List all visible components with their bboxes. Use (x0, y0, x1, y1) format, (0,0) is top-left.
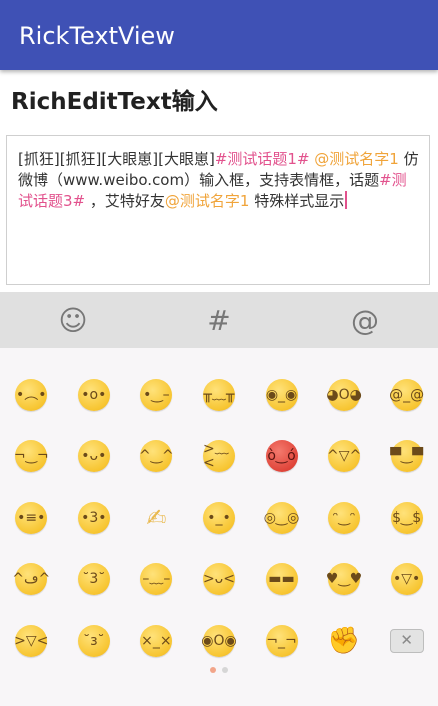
screaming-emoji-icon: ◕O◕ (326, 378, 362, 411)
emoji-button[interactable]: •≡• (0, 487, 63, 549)
nerd-emoji-icon: ◎‿◎ (264, 501, 299, 534)
emoji-button[interactable]: ▀‿▀ (375, 426, 438, 488)
emoji-button[interactable]: •‿– (125, 364, 188, 426)
backspace-button[interactable]: ✕ (375, 610, 438, 672)
section-title: RichEditText输入 (11, 89, 218, 115)
topic-tab[interactable]: # (146, 292, 292, 348)
emoji-button[interactable]: ^ڡ^ (0, 549, 63, 611)
emoji-button[interactable]: ◉_◉ (250, 364, 313, 426)
confused-emoji-icon: •_• (202, 501, 235, 534)
emoji-tab[interactable]: ☺ (0, 292, 146, 348)
tired-emoji-icon: >﹏< (202, 440, 235, 473)
emoji-button[interactable]: •_• (188, 487, 251, 549)
mention-tab[interactable]: @ (292, 292, 438, 348)
app-title: RickTextView (19, 22, 175, 50)
editor-text: 特殊样式显示 (249, 192, 345, 210)
heart-eyes-emoji-icon: ♥‿♥ (326, 563, 362, 596)
yum-emoji-icon: ^ڡ^ (12, 563, 50, 596)
page-dot[interactable] (222, 667, 228, 673)
emoji-button[interactable]: ^‿^ (125, 426, 188, 488)
hash-icon: # (207, 303, 231, 337)
app-bar: RickTextView (0, 0, 438, 70)
grinning-emoji-icon: •▽• (390, 563, 423, 596)
editor-text: [抓狂][抓狂][大眼崽][大眼崽] (18, 150, 215, 168)
emoji-button[interactable]: •3• (63, 487, 126, 549)
kiss-heart-emoji-icon: •3• (77, 501, 110, 534)
emoji-button[interactable]: ¬_¬ (250, 610, 313, 672)
emoji-button[interactable]: ╥﹏╥ (188, 364, 251, 426)
emoji-grid: •︵• •o• •‿– ╥﹏╥ ◉_◉ ◕O◕ @_@ ¬‿¬ •ᴗ• ^‿^ >﹏< ò‿ó ^▽^ ▀… (0, 364, 438, 672)
backspace-icon: ✕ (389, 628, 424, 653)
zipper-mouth-emoji-icon: •≡• (15, 501, 48, 534)
astonished-emoji-icon: ◉O◉ (201, 624, 237, 657)
emoji-button[interactable]: ᵔ‿ᵔ (313, 487, 376, 549)
grimacing-emoji-icon: ▬▬ (265, 563, 298, 596)
emoji-button[interactable]: –﹏– (125, 549, 188, 611)
blush-emoji-icon: ^‿^ (139, 440, 174, 473)
devil-emoji-icon: ò‿ó (265, 440, 298, 473)
emoji-button[interactable]: •▽• (375, 549, 438, 611)
emoji-button[interactable]: •︵• (0, 364, 63, 426)
emoji-button[interactable]: ^▽^ (313, 426, 376, 488)
emoji-button[interactable]: ✊ (313, 610, 376, 672)
smiley-icon: ☺ (58, 303, 88, 337)
emoji-button[interactable]: >ᴗ< (188, 549, 251, 611)
emoji-button[interactable]: >▽< (0, 610, 63, 672)
emoji-button[interactable]: ×_× (125, 610, 188, 672)
thinking-emoji-icon: ¬_¬ (265, 624, 298, 657)
writing-hand-emoji-icon: ✍ (146, 503, 167, 532)
input-mode-tab-bar: ☺ # @ (0, 292, 438, 348)
flushed-emoji-icon: ◉_◉ (265, 378, 298, 411)
loudly-crying-emoji-icon: ╥﹏╥ (202, 378, 235, 411)
page-indicator (0, 667, 438, 675)
wink-emoji-icon: •‿– (140, 378, 173, 411)
mention-tag: @测试名字1 (164, 192, 250, 210)
mention-tag: @测试名字1 (314, 150, 399, 168)
thermometer-emoji-icon: ×_× (140, 624, 173, 657)
sleepy-emoji-icon: –﹏– (140, 563, 173, 596)
tongue-out-emoji-icon: •ᴗ• (77, 440, 110, 473)
rich-edit-text-input[interactable]: [抓狂][抓狂][大眼崽][大眼崽]#测试话题1# @测试名字1 仿微博（www… (6, 135, 430, 285)
halo-emoji-icon: ᵔ‿ᵔ (328, 501, 361, 534)
emoji-button[interactable]: ♥‿♥ (313, 549, 376, 611)
emoji-button[interactable]: •ᴗ• (63, 426, 126, 488)
emoji-button[interactable]: ◎‿◎ (250, 487, 313, 549)
smirk-emoji-icon: ¬‿¬ (14, 440, 49, 473)
sunglasses-emoji-icon: ▀‿▀ (390, 440, 423, 473)
editor-text: ，艾特好友 (85, 192, 165, 210)
emoji-button[interactable]: ▬▬ (250, 549, 313, 611)
dizzy-emoji-icon: @_@ (389, 378, 424, 411)
emoji-button[interactable]: ◉O◉ (188, 610, 251, 672)
raised-fist-emoji-icon: ✊ (327, 625, 361, 656)
emoji-button[interactable]: $‿$ (375, 487, 438, 549)
topic-tag: #测试话题1# (214, 150, 310, 168)
sad-sweat-emoji-icon: •︵• (15, 378, 48, 411)
laughing-emoji-icon: >▽< (14, 624, 48, 657)
text-caret (345, 191, 348, 209)
tears-of-joy-emoji-icon: ^▽^ (327, 440, 361, 473)
emoji-button[interactable]: ò‿ó (250, 426, 313, 488)
emoji-button[interactable]: •o• (63, 364, 126, 426)
emoji-button[interactable]: ˘з˘ (63, 610, 126, 672)
squint-tongue-emoji-icon: >ᴗ< (203, 563, 235, 596)
emoji-button[interactable]: ✍ (125, 487, 188, 549)
emoji-button[interactable]: ◕O◕ (313, 364, 376, 426)
whistling-emoji-icon: ˘з˘ (77, 624, 110, 657)
hushed-emoji-icon: •o• (77, 378, 110, 411)
emoji-panel: •︵• •o• •‿– ╥﹏╥ ◉_◉ ◕O◕ @_@ ¬‿¬ •ᴗ• ^‿^ >﹏< ò‿ó ^▽^ ▀… (0, 348, 438, 706)
emoji-button[interactable]: @_@ (375, 364, 438, 426)
emoji-button[interactable]: ¬‿¬ (0, 426, 63, 488)
page-dot[interactable] (210, 667, 216, 673)
emoji-button[interactable]: ˘3˘ (63, 549, 126, 611)
at-icon: @ (351, 303, 379, 337)
emoji-button[interactable]: >﹏< (188, 426, 251, 488)
money-mouth-emoji-icon: $‿$ (390, 501, 423, 534)
kissing-emoji-icon: ˘3˘ (77, 563, 110, 596)
